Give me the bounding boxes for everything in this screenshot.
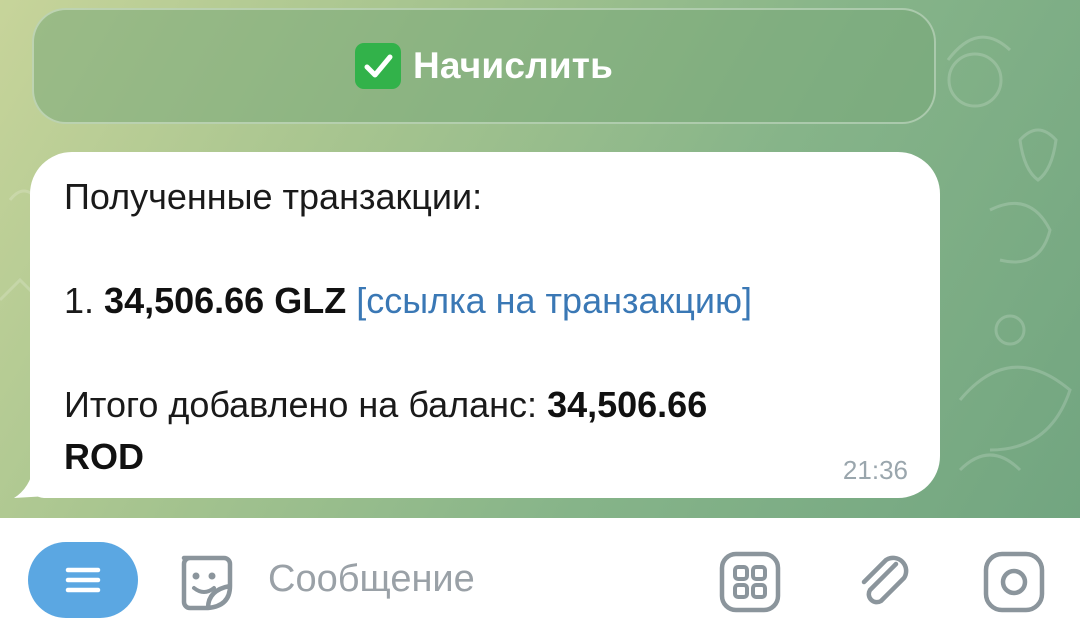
- paperclip-icon: [861, 555, 909, 605]
- item-number: 1.: [64, 280, 95, 321]
- chat-background: Начислить Полученные транзакции: 1. 34,5…: [0, 0, 1080, 518]
- bot-keyboard-button[interactable]: [716, 548, 784, 616]
- sticker-icon: [181, 555, 233, 611]
- bot-menu-button[interactable]: [28, 542, 138, 618]
- total-currency-line: ROD: [64, 436, 144, 478]
- total-currency: ROD: [64, 436, 144, 477]
- total-line: Итого добавлено на баланс: 34,506.66: [64, 384, 707, 426]
- menu-icon: [65, 567, 101, 593]
- inline-button-label: Начислить: [412, 45, 614, 86]
- inline-accrue-button[interactable]: Начислить: [32, 8, 936, 124]
- camera-button[interactable]: [980, 548, 1048, 616]
- message-heading: Полученные транзакции:: [64, 176, 483, 217]
- attach-button[interactable]: [850, 548, 918, 616]
- message-composer: Сообщение: [0, 518, 1080, 638]
- item-amount: 34,506.66 GLZ: [104, 280, 347, 321]
- bot-keyboard-icon: [719, 551, 781, 613]
- message-time: 21:36: [842, 455, 908, 485]
- transaction-link[interactable]: [ссылка на транзакцию]: [356, 280, 752, 321]
- message-bubble: Полученные транзакции: 1. 34,506.66 GLZ …: [30, 152, 940, 498]
- transaction-item: 1. 34,506.66 GLZ [ссылка на транзакцию]: [64, 280, 752, 322]
- total-amount: 34,506.66: [547, 384, 708, 425]
- sticker-button[interactable]: [170, 548, 238, 616]
- check-mark-icon: [354, 43, 401, 89]
- total-label: Итого добавлено на баланс:: [64, 384, 538, 425]
- camera-icon: [983, 551, 1045, 613]
- message-input[interactable]: Сообщение: [268, 558, 475, 601]
